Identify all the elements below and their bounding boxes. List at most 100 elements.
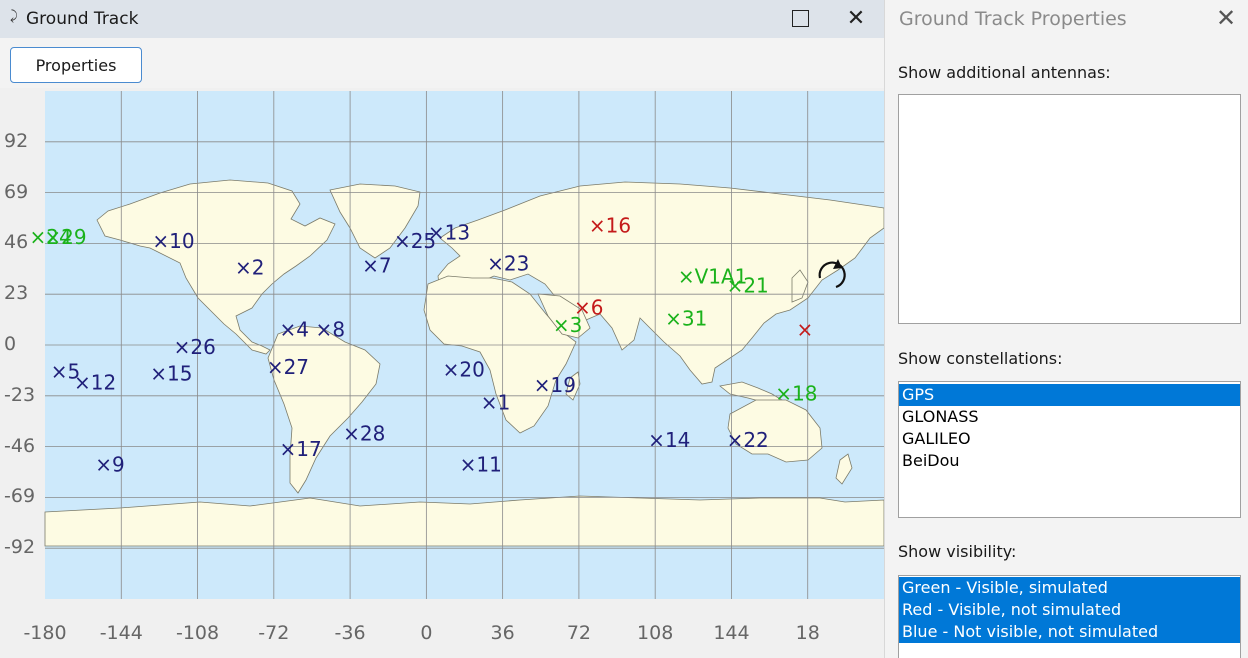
window-title: Ground Track [26,9,139,29]
world-map-chart[interactable]: ×24×29 ×10×2 ×7×25×13×23×16×V1A1×21×6×3 ×31… [0,88,884,658]
satellite-label: 15 [167,362,192,386]
satellite-marker[interactable]: ×27 [267,355,309,379]
satellite-label: 17 [296,437,321,461]
x-tick-label: 108 [637,622,674,644]
visibility-item[interactable]: Green - Visible, simulated [899,577,1240,599]
satellite-label: 26 [190,335,215,359]
antennas-label: Show additional antennas: [898,63,1111,82]
panel-close-button[interactable]: ✕ [1213,4,1239,32]
satellite-marker[interactable]: ×20 [443,357,485,381]
satellite-marker[interactable]: ×10 [152,229,194,253]
satellite-marker[interactable]: ×18 [775,382,817,406]
satellite-label: 11 [476,452,501,476]
constellations-label: Show constellations: [898,349,1063,368]
satellite-marker[interactable]: ×16 [589,214,631,238]
satellite-marker[interactable]: ×3 [553,313,583,337]
satellite-marker[interactable]: ×7 [362,253,392,277]
satellite-cross-icon: × [316,318,333,342]
satellite-label: 27 [284,355,309,379]
satellite-cross-icon: × [775,382,792,406]
x-tick-label: -180 [23,622,67,644]
satellite-marker[interactable]: ×1 [481,390,511,414]
visibility-item[interactable]: Red - Visible, not simulated [899,599,1240,621]
satellite-marker[interactable]: × [796,318,813,342]
satellite-marker[interactable]: ×26 [174,335,216,359]
satellite-marker[interactable]: ×9 [95,452,125,476]
x-tick-label: 0 [420,622,433,644]
constellation-item[interactable]: GPS [899,384,1240,406]
antennas-listbox[interactable] [898,94,1241,324]
y-tick-label: 92 [4,129,29,152]
satellite-cross-icon: × [481,390,498,414]
satellite-label: 19 [551,373,576,397]
x-tick-label: 18 [795,622,820,644]
constellation-item[interactable]: GLONASS [899,406,1240,428]
satellite-marker[interactable]: ×28 [343,421,385,445]
satellite-label: 18 [792,382,817,406]
close-icon: ✕ [846,6,866,31]
properties-button[interactable]: Properties [10,47,142,83]
satellite-marker[interactable]: ×12 [74,371,116,395]
satellite-cross-icon: × [460,452,477,476]
satellite-cross-icon: × [796,318,813,342]
ground-track-plot[interactable]: ×24 ×29 ×10 ×2 ×7 ×25 ×13 ×23 ×16 ×V1A1 ×21 ×6 ×3 ×31… [0,88,884,658]
maximize-button[interactable] [790,8,812,30]
satellite-cross-icon: × [280,318,297,342]
panel-title: Ground Track Properties [899,8,1127,30]
satellite-label: 14 [665,428,690,452]
visibility-item[interactable]: Blue - Not visible, not simulated [899,621,1240,643]
constellations-listbox[interactable]: GPS GLONASS GALILEO BeiDou [898,381,1241,518]
satellite-marker[interactable]: ×17 [280,437,322,461]
satellite-marker[interactable]: ×14 [648,428,690,452]
maximize-icon [792,10,809,27]
satellite-cross-icon: × [394,229,411,253]
satellite-cross-icon: × [44,225,61,249]
satellite-cross-icon: × [443,357,460,381]
satellite-marker[interactable]: ×22 [727,428,769,452]
satellite-label: 23 [504,251,529,275]
satellite-marker[interactable]: ×4 [280,318,310,342]
window-app-icon: ⤸ [10,9,18,24]
y-tick-label: -92 [4,536,36,559]
satellite-marker[interactable]: ×23 [487,251,529,275]
satellite-label: 4 [296,318,309,342]
constellation-item[interactable]: BeiDou [899,450,1240,472]
satellite-marker[interactable]: ×8 [316,318,346,342]
x-tick-label: -72 [258,622,290,644]
y-tick-label: 69 [4,180,29,203]
satellite-cross-icon: × [678,265,695,289]
satellite-cross-icon: × [152,229,169,253]
satellite-cross-icon: × [727,428,744,452]
satellite-label: 29 [61,225,86,249]
satellite-cross-icon: × [553,313,570,337]
constellation-item[interactable]: GALILEO [899,428,1240,450]
satellite-marker[interactable]: ×31 [665,306,707,330]
satellite-cross-icon: × [727,273,744,297]
satellite-marker[interactable]: ×29 [44,225,86,249]
satellite-marker[interactable]: ×13 [428,220,470,244]
satellite-marker[interactable]: ×21 [727,273,769,297]
x-tick-label: -108 [175,622,220,644]
satellite-cross-icon: × [343,421,360,445]
close-button[interactable]: ✕ [844,6,868,32]
satellite-marker[interactable]: ×11 [460,452,502,476]
visibility-label: Show visibility: [898,542,1017,561]
satellite-marker[interactable]: ×2 [235,256,265,280]
satellite-label: 22 [743,428,768,452]
satellite-label: 3 [570,313,583,337]
satellite-cross-icon: × [665,306,682,330]
satellite-cross-icon: × [589,214,606,238]
satellite-cross-icon: × [150,362,167,386]
satellite-cross-icon: × [362,253,379,277]
satellite-cross-icon: × [534,373,551,397]
satellite-marker[interactable]: ×15 [150,362,192,386]
title-bar[interactable]: ⤸ Ground Track ✕ [0,0,884,38]
satellite-cross-icon: × [428,220,445,244]
x-tick-label: 144 [713,622,750,644]
visibility-listbox[interactable]: Green - Visible, simulated Red - Visible,… [898,575,1241,658]
satellite-label: 1 [498,390,511,414]
satellite-marker[interactable]: ×19 [534,373,576,397]
satellite-cross-icon: × [95,452,112,476]
y-tick-label: -23 [4,383,36,406]
x-tick-label: 72 [566,622,591,644]
